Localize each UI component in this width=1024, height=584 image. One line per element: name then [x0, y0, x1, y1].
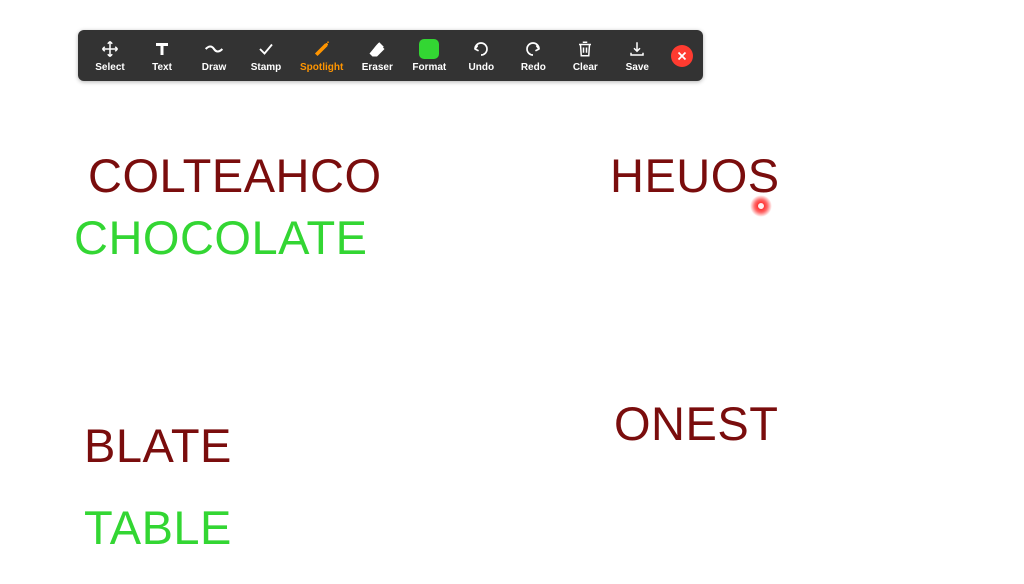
answer-word-1: CHOCOLATE — [74, 210, 368, 265]
answer-word-2: TABLE — [84, 500, 232, 555]
scrambled-word-1: COLTEAHCO — [88, 148, 382, 203]
scrambled-word-3: BLATE — [84, 418, 232, 473]
whiteboard-canvas[interactable]: COLTEAHCO CHOCOLATE HEUOS BLATE TABLE ON… — [0, 0, 1024, 584]
scrambled-word-4: ONEST — [614, 396, 778, 451]
scrambled-word-2: HEUOS — [610, 148, 780, 203]
